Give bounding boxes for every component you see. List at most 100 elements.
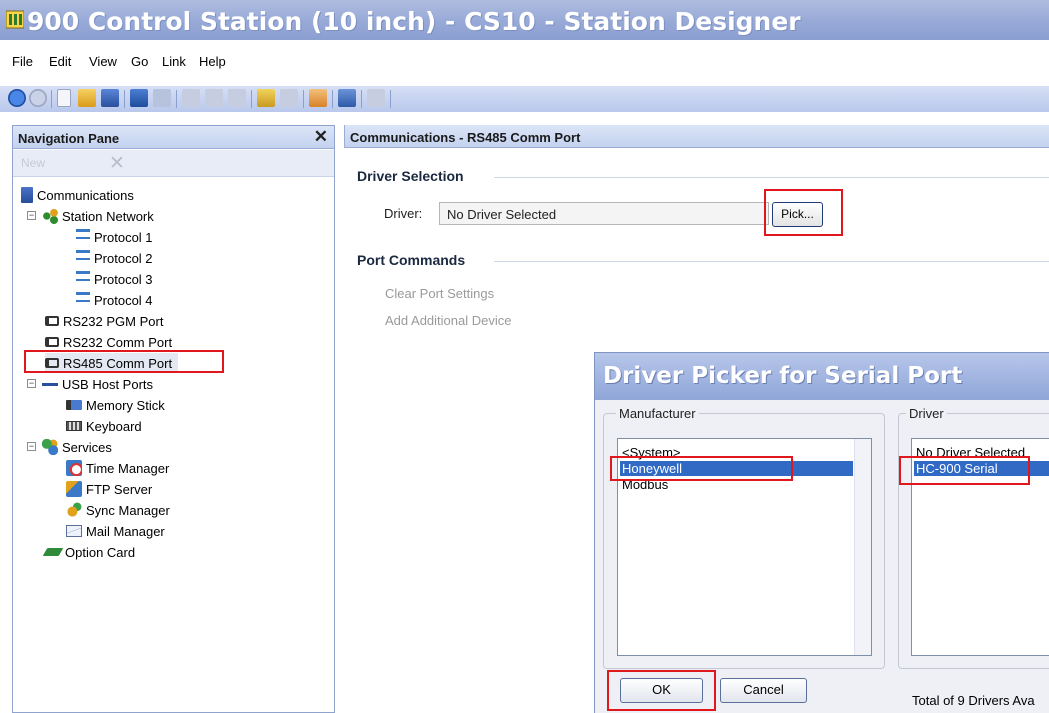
expander-usb-host-ports[interactable]: − — [27, 379, 36, 388]
menu-link[interactable]: Link — [162, 54, 186, 69]
protocol-icon — [76, 250, 90, 266]
paste-icon[interactable] — [228, 89, 246, 107]
menu-help[interactable]: Help — [199, 54, 226, 69]
manufacturer-group-label: Manufacturer — [616, 406, 699, 421]
tree-item-keyboard[interactable]: Keyboard — [66, 416, 142, 436]
clear-port-settings-link[interactable]: Clear Port Settings — [385, 286, 494, 301]
driver-field: No Driver Selected — [439, 202, 769, 225]
expander-services[interactable]: − — [27, 442, 36, 451]
protocol-icon — [76, 271, 90, 287]
sync-manager-icon — [66, 502, 82, 518]
driver-picker-dialog: Driver Picker for Serial Port Manufactur… — [594, 352, 1049, 713]
content-title: Communications - RS485 Comm Port — [350, 130, 581, 145]
section-divider — [494, 177, 1049, 178]
ftp-server-icon — [66, 481, 82, 497]
tree-item-time-manager[interactable]: Time Manager — [66, 458, 169, 478]
tree-item-rs232-pgm-port[interactable]: RS232 PGM Port — [45, 311, 163, 331]
port-commands-heading: Port Commands — [357, 252, 466, 268]
toolbar-separator — [332, 90, 333, 108]
highlight-ok-button — [607, 670, 716, 711]
driver-group-label: Driver — [906, 406, 947, 421]
driver-label: Driver: — [384, 206, 423, 221]
download-icon[interactable] — [130, 89, 148, 107]
tree-item-ftp-server[interactable]: FTP Server — [66, 479, 152, 499]
port-icon — [45, 316, 59, 326]
toolbar-separator — [176, 90, 177, 108]
tree-item-usb-host-ports[interactable]: USB Host Ports — [42, 374, 153, 394]
toolbar-separator — [251, 90, 252, 108]
tree-item-communications[interactable]: Communications — [21, 185, 134, 205]
all-icon[interactable] — [257, 89, 275, 107]
tree-item-protocol-3[interactable]: Protocol 3 — [76, 269, 153, 289]
navigation-pane-title: Navigation Pane — [18, 131, 120, 146]
tree-item-services[interactable]: Services — [42, 437, 112, 457]
highlight-honeywell — [610, 456, 793, 481]
dialog-title-bar: Driver Picker for Serial Port — [595, 353, 1049, 400]
tree-item-sync-manager[interactable]: Sync Manager — [66, 500, 170, 520]
forward-icon[interactable] — [29, 89, 47, 107]
window-title: 900 Control Station (10 inch) - CS10 - S… — [27, 7, 801, 36]
new-icon[interactable] — [57, 89, 71, 107]
menu-bar: File Edit View Go Link Help — [0, 54, 1049, 74]
dialog-body: Manufacturer <System> Honeywell Modbus D… — [595, 400, 1049, 713]
navigation-pane-header: Navigation Pane ✕ — [13, 126, 334, 149]
protocol-icon — [76, 229, 90, 245]
menu-file[interactable]: File — [12, 54, 33, 69]
expander-station-network[interactable]: − — [27, 211, 36, 220]
tree-item-protocol-4[interactable]: Protocol 4 — [76, 290, 153, 310]
toolbar — [0, 86, 1049, 112]
tree-item-protocol-2[interactable]: Protocol 2 — [76, 248, 153, 268]
services-icon — [42, 439, 58, 455]
highlight-pick-button — [764, 189, 843, 236]
tree-item-rs232-comm-port[interactable]: RS232 Comm Port — [45, 332, 172, 352]
driver-value: No Driver Selected — [447, 207, 557, 222]
protocol-icon — [76, 292, 90, 308]
navigation-pane: Navigation Pane ✕ New ✕ Communications −… — [12, 125, 335, 713]
toolbar-separator — [124, 90, 125, 108]
toolbar-separator — [361, 90, 362, 108]
communications-icon — [21, 187, 33, 203]
manufacturer-scrollbar[interactable] — [854, 439, 871, 655]
delete-icon[interactable]: ✕ — [109, 152, 125, 175]
highlight-rs485-comm-port — [24, 350, 224, 373]
link-icon[interactable] — [309, 89, 327, 107]
keyboard-icon — [66, 421, 82, 431]
total-drivers-text: Total of 9 Drivers Ava — [912, 693, 1035, 708]
tree-item-protocol-1[interactable]: Protocol 1 — [76, 227, 153, 247]
toolbar-separator — [390, 90, 391, 108]
dialog-title: Driver Picker for Serial Port — [603, 363, 963, 389]
tree-item-option-card[interactable]: Option Card — [42, 542, 135, 562]
content-header: Communications - RS485 Comm Port — [344, 125, 1049, 148]
close-icon[interactable]: ✕ — [314, 127, 328, 147]
tree-item-memory-stick[interactable]: Memory Stick — [66, 395, 165, 415]
menu-view[interactable]: View — [89, 54, 117, 69]
menu-go[interactable]: Go — [131, 54, 148, 69]
section-divider — [494, 261, 1049, 262]
new-button[interactable]: New — [21, 156, 45, 170]
save-icon[interactable] — [101, 89, 119, 107]
upload-icon[interactable] — [153, 89, 171, 107]
tree-item-station-network[interactable]: Station Network — [42, 206, 154, 226]
copy-icon[interactable] — [205, 89, 223, 107]
highlight-hc-900-serial — [899, 456, 1030, 485]
wand-icon[interactable] — [367, 89, 385, 107]
app-icon — [6, 10, 24, 29]
open-icon[interactable] — [78, 89, 96, 107]
add-additional-device-link[interactable]: Add Additional Device — [385, 313, 511, 328]
mail-manager-icon — [66, 525, 82, 537]
menu-edit[interactable]: Edit — [49, 54, 71, 69]
tree-item-mail-manager[interactable]: Mail Manager — [66, 521, 165, 541]
station-designer-window: 900 Control Station (10 inch) - CS10 - S… — [0, 0, 1049, 713]
cancel-button[interactable]: Cancel — [720, 678, 807, 703]
port-icon — [45, 337, 59, 347]
toolbar-separator — [303, 90, 304, 108]
print-icon[interactable] — [280, 89, 298, 107]
memory-stick-icon — [66, 400, 82, 410]
driver-selection-heading: Driver Selection — [357, 168, 464, 184]
cut-icon[interactable] — [182, 89, 200, 107]
navigation-toolbar: New ✕ — [13, 150, 334, 177]
monitor-icon[interactable] — [338, 89, 356, 107]
back-icon[interactable] — [8, 89, 26, 107]
toolbar-separator — [51, 90, 52, 108]
time-manager-icon — [66, 460, 82, 476]
